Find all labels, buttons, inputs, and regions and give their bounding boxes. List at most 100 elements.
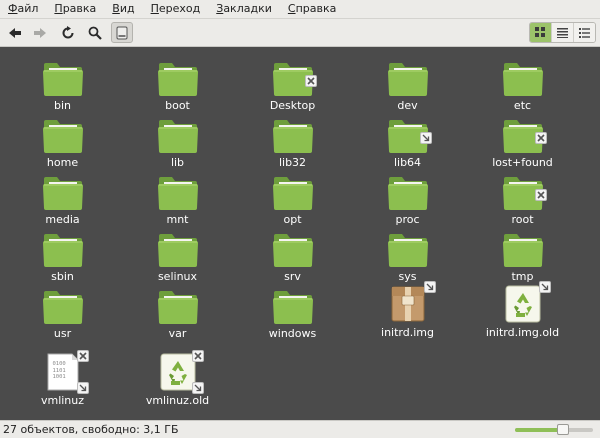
compact-view-icon	[579, 27, 590, 38]
file-item-proc[interactable]: proc	[350, 167, 465, 226]
reload-button[interactable]	[57, 22, 79, 43]
file-item-bin[interactable]: bin	[5, 53, 120, 112]
file-item-home[interactable]: home	[5, 110, 120, 169]
folder-icon	[41, 175, 85, 211]
folder-icon	[386, 61, 430, 97]
unreadable-emblem-icon	[534, 189, 547, 201]
file-item-root[interactable]: root	[465, 167, 580, 226]
file-name-label: initrd.img	[381, 326, 434, 339]
menu-view[interactable]: Вид	[104, 0, 142, 18]
file-item-mnt[interactable]: mnt	[120, 167, 235, 226]
recycle-file-icon	[158, 350, 204, 394]
file-item-initrd-img[interactable]: initrd.img	[350, 281, 465, 339]
menubar: Файл Правка Вид Переход Закладки Справка	[0, 0, 600, 19]
menu-bookmarks[interactable]: Закладки	[208, 0, 280, 18]
folder-icon	[501, 175, 547, 211]
drive-location-button[interactable]	[111, 22, 133, 43]
file-name-label: initrd.img.old	[485, 326, 560, 339]
file-name-label: var	[168, 327, 187, 340]
file-item-boot[interactable]: boot	[120, 53, 235, 112]
forward-arrow-icon	[34, 27, 46, 38]
search-button[interactable]	[84, 22, 106, 43]
file-item-lost-found[interactable]: lost+found	[465, 110, 580, 169]
file-name-label: windows	[268, 327, 317, 340]
folder-icon	[41, 118, 85, 154]
file-name-label: vmlinuz	[40, 394, 85, 407]
search-icon	[88, 26, 102, 40]
file-item-var[interactable]: var	[120, 281, 235, 340]
statusbar: 27 объектов, свободно: 3,1 ГБ	[0, 420, 600, 438]
file-name-label: vmlinuz.old	[145, 394, 210, 407]
folder-icon	[271, 61, 317, 97]
folder-icon	[271, 289, 315, 325]
file-item-selinux[interactable]: selinux	[120, 224, 235, 283]
file-item-lib64[interactable]: lib64	[350, 110, 465, 169]
drive-icon	[116, 26, 128, 39]
file-name-label: usr	[53, 327, 72, 340]
status-text: 27 объектов, свободно: 3,1 ГБ	[3, 423, 179, 436]
symlink-emblem-icon	[419, 132, 432, 144]
folder-icon	[271, 118, 315, 154]
menu-help[interactable]: Справка	[280, 0, 344, 18]
zoom-slider[interactable]	[515, 424, 593, 435]
list-view-icon	[557, 27, 568, 38]
file-item-opt[interactable]: opt	[235, 167, 350, 226]
file-item-sys[interactable]: sys	[350, 224, 465, 283]
compact-view-button[interactable]	[573, 23, 595, 42]
file-item-vmlinuz-old[interactable]: vmlinuz.old	[120, 349, 235, 407]
folder-icon	[156, 175, 200, 211]
zoom-slider-fill	[515, 428, 564, 432]
menu-go[interactable]: Переход	[143, 0, 209, 18]
folder-icon	[156, 232, 200, 268]
folder-icon	[41, 61, 85, 97]
binary-file-text: 0100 1101 1001	[52, 361, 66, 380]
package-icon	[388, 281, 436, 324]
symlink-emblem-icon	[423, 281, 436, 293]
folder-icon	[271, 175, 315, 211]
folder-icon	[501, 61, 545, 97]
reload-icon	[62, 25, 74, 38]
file-view[interactable]: bin boot Desktop dev etc home lib lib32 lib64 los…	[0, 47, 600, 420]
icon-view-icon	[535, 27, 545, 37]
toolbar	[0, 19, 600, 47]
folder-icon	[501, 118, 547, 154]
back-arrow-icon	[9, 27, 21, 38]
file-item-lib32[interactable]: lib32	[235, 110, 350, 169]
file-item-lib[interactable]: lib	[120, 110, 235, 169]
recycle-file-icon	[503, 281, 551, 324]
menu-file[interactable]: Файл	[0, 0, 46, 18]
file-item-usr[interactable]: usr	[5, 281, 120, 340]
forward-button[interactable]	[29, 22, 51, 43]
unreadable-emblem-icon	[76, 350, 89, 362]
menu-edit[interactable]: Правка	[46, 0, 104, 18]
file-item-vmlinuz[interactable]: 0100 1101 1001 vmlinuz	[5, 349, 120, 407]
folder-icon	[386, 118, 432, 154]
zoom-slider-handle[interactable]	[557, 424, 570, 435]
folder-icon	[501, 232, 545, 268]
binary-file-icon: 0100 1101 1001	[43, 350, 89, 394]
symlink-emblem-icon	[538, 281, 551, 293]
file-item-srv[interactable]: srv	[235, 224, 350, 283]
file-item-windows[interactable]: windows	[235, 281, 350, 340]
file-item-media[interactable]: media	[5, 167, 120, 226]
file-item-dev[interactable]: dev	[350, 53, 465, 112]
file-item-etc[interactable]: etc	[465, 53, 580, 112]
folder-icon	[156, 61, 200, 97]
symlink-emblem-icon	[76, 382, 89, 394]
back-button[interactable]	[4, 22, 26, 43]
folder-icon	[386, 175, 430, 211]
unreadable-emblem-icon	[191, 350, 204, 362]
symlink-emblem-icon	[191, 382, 204, 394]
icon-view-button[interactable]	[530, 23, 551, 42]
folder-icon	[386, 232, 430, 268]
folder-icon	[41, 289, 85, 325]
folder-icon	[156, 118, 200, 154]
list-view-button[interactable]	[551, 23, 573, 42]
file-item-tmp[interactable]: tmp	[465, 224, 580, 283]
unreadable-emblem-icon	[304, 75, 317, 87]
file-item-initrd-img-old[interactable]: initrd.img.old	[465, 281, 580, 339]
file-item-sbin[interactable]: sbin	[5, 224, 120, 283]
file-item-desktop[interactable]: Desktop	[235, 53, 350, 112]
folder-icon	[156, 289, 200, 325]
folder-icon	[271, 232, 315, 268]
